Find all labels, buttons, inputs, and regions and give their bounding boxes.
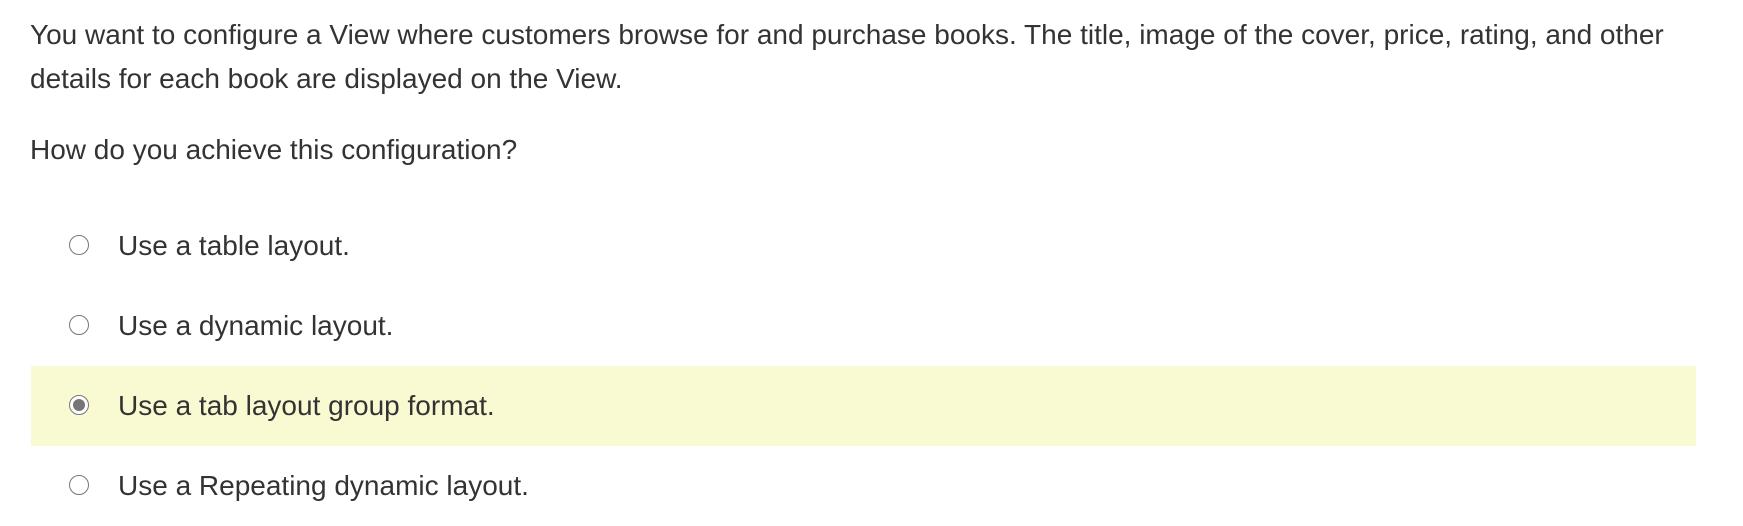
answer-option-label: Use a Repeating dynamic layout. [118,470,529,501]
answer-options: Use a table layout. Use a dynamic layout… [31,206,1696,526]
answer-option-3[interactable]: Use a tab layout group format. [31,366,1696,446]
answer-option-label: Use a tab layout group format. [118,390,495,421]
question-text: You want to configure a View where custo… [30,19,1664,94]
question-prompt: How do you achieve this configuration? [30,134,518,165]
answer-option-4[interactable]: Use a Repeating dynamic layout. [31,446,1696,526]
answer-option-2[interactable]: Use a dynamic layout. [31,286,1696,366]
radio-button-icon[interactable] [69,475,89,495]
radio-button-icon[interactable] [69,315,89,335]
radio-button-icon[interactable] [69,235,89,255]
answer-option-1[interactable]: Use a table layout. [31,206,1696,286]
radio-button-icon[interactable] [69,395,89,415]
answer-option-label: Use a table layout. [118,230,350,261]
answer-option-label: Use a dynamic layout. [118,310,394,341]
